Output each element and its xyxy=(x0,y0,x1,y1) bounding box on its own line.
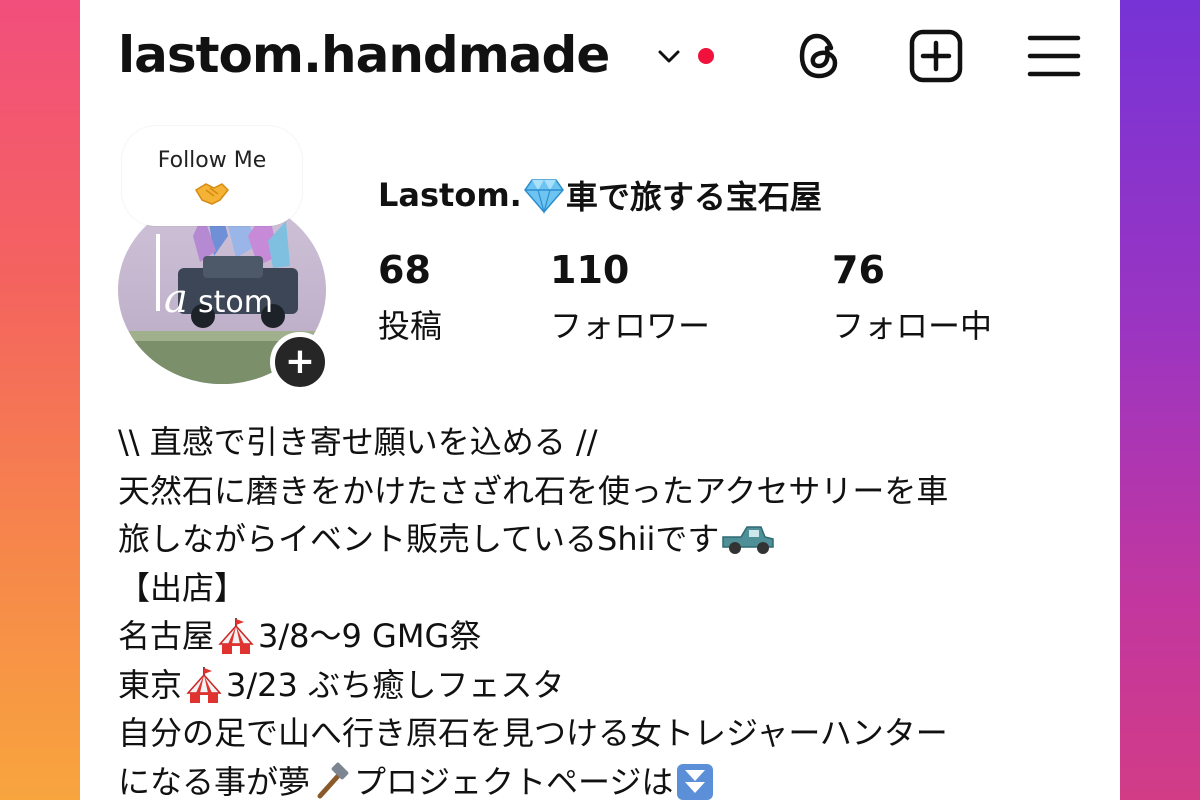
bio-text: 3/8～9 GMG祭 xyxy=(258,612,481,661)
bio-text: プロジェクトページは xyxy=(354,758,673,806)
chevron-down-icon[interactable] xyxy=(656,44,682,70)
svg-text:stom: stom xyxy=(198,285,273,320)
gem-icon xyxy=(524,176,564,214)
bio-line: になる事が夢 プロジェクトページは xyxy=(118,758,1108,806)
follow-me-text: Follow Me xyxy=(122,148,302,173)
double-down-arrow-icon xyxy=(675,762,715,802)
profile-screen: lastom.handmade xyxy=(80,0,1120,800)
display-name-suffix: 車で旅する宝石屋 xyxy=(566,172,822,218)
profile-bio: \\ 直感で引き寄せ願いを込める // 天然石に磨きをかけたさざれ石を使ったアク… xyxy=(118,418,1108,806)
threads-icon[interactable] xyxy=(790,26,850,86)
handshake-icon xyxy=(192,178,232,208)
new-post-icon[interactable] xyxy=(906,26,966,86)
following-label: フォロー中 xyxy=(832,304,992,348)
posts-stat[interactable]: 68 投稿 xyxy=(378,248,442,348)
bio-line: \\ 直感で引き寄せ願いを込める // xyxy=(118,418,1108,467)
bio-line: 天然石に磨きをかけたさざれ石を使ったアクセサリーを車 xyxy=(118,467,1108,516)
display-name: Lastom. 車で旅する宝石屋 xyxy=(378,172,822,218)
following-stat[interactable]: 76 フォロー中 xyxy=(832,248,992,348)
bio-text: になる事が夢 xyxy=(118,758,310,806)
bio-line: 【出店】 xyxy=(118,564,1108,613)
svg-text:a: a xyxy=(164,276,188,322)
followers-stat[interactable]: 110 フォロワー xyxy=(550,248,710,348)
add-story-button[interactable]: + xyxy=(270,332,330,392)
notification-dot xyxy=(698,48,714,64)
bio-text: 3/23 ぶち癒しフェスタ xyxy=(226,661,564,710)
hammer-icon xyxy=(312,762,352,802)
pickup-truck-icon xyxy=(721,521,775,557)
bio-line: 旅しながらイベント販売しているShiiです xyxy=(118,515,1108,564)
bio-line: 東京 3/23 ぶち癒しフェスタ xyxy=(118,661,1108,710)
followers-count: 110 xyxy=(550,248,710,292)
circus-tent-icon xyxy=(184,665,224,705)
posts-label: 投稿 xyxy=(378,304,442,348)
circus-tent-icon xyxy=(216,616,256,656)
bio-text: 旅しながらイベント販売しているShiiです xyxy=(118,515,719,564)
username-switcher[interactable]: lastom.handmade xyxy=(118,26,609,84)
followers-label: フォロワー xyxy=(550,304,710,348)
follow-me-note[interactable]: Follow Me xyxy=(122,126,302,226)
posts-count: 68 xyxy=(378,248,442,292)
bio-line: 名古屋 3/8～9 GMG祭 xyxy=(118,612,1108,661)
bio-line: 自分の足で山へ行き原石を見つける女トレジャーハンター xyxy=(118,709,1108,758)
plus-icon: + xyxy=(275,341,325,383)
background-gradient-left xyxy=(0,0,80,800)
bio-text: 名古屋 xyxy=(118,612,214,661)
background-gradient-right xyxy=(1120,0,1200,800)
bio-text: 東京 xyxy=(118,661,182,710)
menu-icon[interactable] xyxy=(1024,26,1084,86)
display-name-prefix: Lastom. xyxy=(378,176,522,214)
following-count: 76 xyxy=(832,248,992,292)
